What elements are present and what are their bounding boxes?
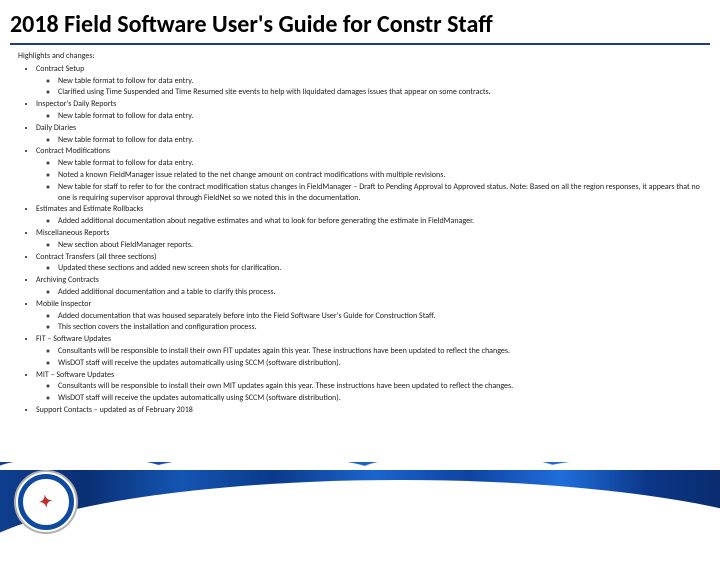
sub-list-item: New table for staff to refer to for the … — [58, 182, 702, 204]
sub-list-item: WisDOT staff will receive the updates au… — [58, 393, 702, 404]
list-item: Contract Setup New table format to follow… — [36, 64, 702, 98]
sub-list: New section about FieldManager reports. — [36, 240, 702, 251]
list-item-label: MIT – Software Updates — [36, 370, 114, 380]
list-item: Contract Transfers (all three sections)U… — [36, 252, 702, 275]
sub-list-item: Consultants will be responsible to insta… — [58, 346, 702, 357]
sub-list: Added additional documentation about neg… — [36, 216, 702, 227]
sub-list-item: Updated these sections and added new scr… — [58, 263, 702, 274]
list-item: Daily Diaries New table format to follow … — [36, 123, 702, 146]
list-item: Archiving Contracts Added additional docu… — [36, 275, 702, 298]
list-item-label: Archiving Contracts — [36, 275, 99, 285]
sub-list: New table format to follow for data entr… — [36, 158, 702, 203]
sub-list-item: This section covers the installation and… — [58, 322, 702, 333]
sub-list: New table format to follow for data entr… — [36, 111, 702, 122]
list-item: FIT – Software Updates Consultants will b… — [36, 334, 702, 368]
sub-list-item: Added documentation that was housed sepa… — [58, 311, 702, 322]
sub-list: Updated these sections and added new scr… — [36, 263, 702, 274]
list-item-label: Contract Setup — [36, 64, 84, 74]
list-item-label: Estimates and Estimate Rollbacks — [36, 204, 143, 214]
sub-list-item: New table format to follow for data entr… — [58, 111, 702, 122]
sub-list-item: WisDOT staff will receive the updates au… — [58, 358, 702, 369]
list-item-label: Contract Modifications — [36, 146, 110, 156]
sub-list: Added additional documentation and a tab… — [36, 287, 702, 298]
document-body: Highlights and changes: Contract Setup Ne… — [0, 51, 720, 416]
list-item: Mobile Inspector Added documentation that… — [36, 299, 702, 333]
list-item-label: Mobile Inspector — [36, 299, 91, 309]
list-item-label: FIT – Software Updates — [36, 334, 111, 344]
sub-list-item: Noted a known FieldManager issue related… — [58, 170, 702, 181]
sub-list-item: Added additional documentation about neg… — [58, 216, 702, 227]
list-item: Inspector's Daily Reports New table forma… — [36, 99, 702, 122]
sub-list-item: New table format to follow for data entr… — [58, 76, 702, 87]
list-item-label: Miscellaneous Reports — [36, 228, 109, 238]
list-item: MIT – Software UpdatesConsultants will b… — [36, 370, 702, 404]
sub-list-item: Consultants will be responsible to insta… — [58, 381, 702, 392]
sub-list-item: New table format to follow for data entr… — [58, 158, 702, 169]
wisdot-logo: ✦ — [14, 470, 78, 534]
sub-list: Added documentation that was housed sepa… — [36, 311, 702, 334]
section-heading: Highlights and changes: — [18, 51, 702, 62]
list-item-label: Contract Transfers (all three sections) — [36, 252, 157, 262]
sub-list: New table format to follow for data entr… — [36, 135, 702, 146]
list-item-label: Daily Diaries — [36, 123, 76, 133]
list-item: Estimates and Estimate Rollbacks Added ad… — [36, 204, 702, 227]
sub-list-item: New table format to follow for data entr… — [58, 135, 702, 146]
list-item: Support Contacts – updated as of Februar… — [36, 405, 702, 416]
page-title: 2018 Field Software User's Guide for Con… — [0, 0, 720, 43]
sub-list: Consultants will be responsible to insta… — [36, 346, 702, 369]
list-item-label: Support Contacts – updated as of Februar… — [36, 405, 193, 415]
logo-ring: ✦ — [18, 474, 74, 530]
logo-mark: ✦ — [38, 491, 54, 513]
sub-list-item: Added additional documentation and a tab… — [58, 287, 702, 298]
sub-list: Consultants will be responsible to insta… — [36, 381, 702, 404]
sub-list-item: New section about FieldManager reports. — [58, 240, 702, 251]
sub-list: New table format to follow for data entr… — [36, 76, 702, 99]
highlights-list: Contract Setup New table format to follow… — [18, 64, 702, 416]
list-item-label: Inspector's Daily Reports — [36, 99, 116, 109]
title-underline — [10, 43, 710, 45]
list-item: Contract Modifications New table format t… — [36, 146, 702, 203]
list-item: Miscellaneous Reports New section about F… — [36, 228, 702, 251]
sub-list-item: Clarified using Time Suspended and Time … — [58, 87, 702, 98]
